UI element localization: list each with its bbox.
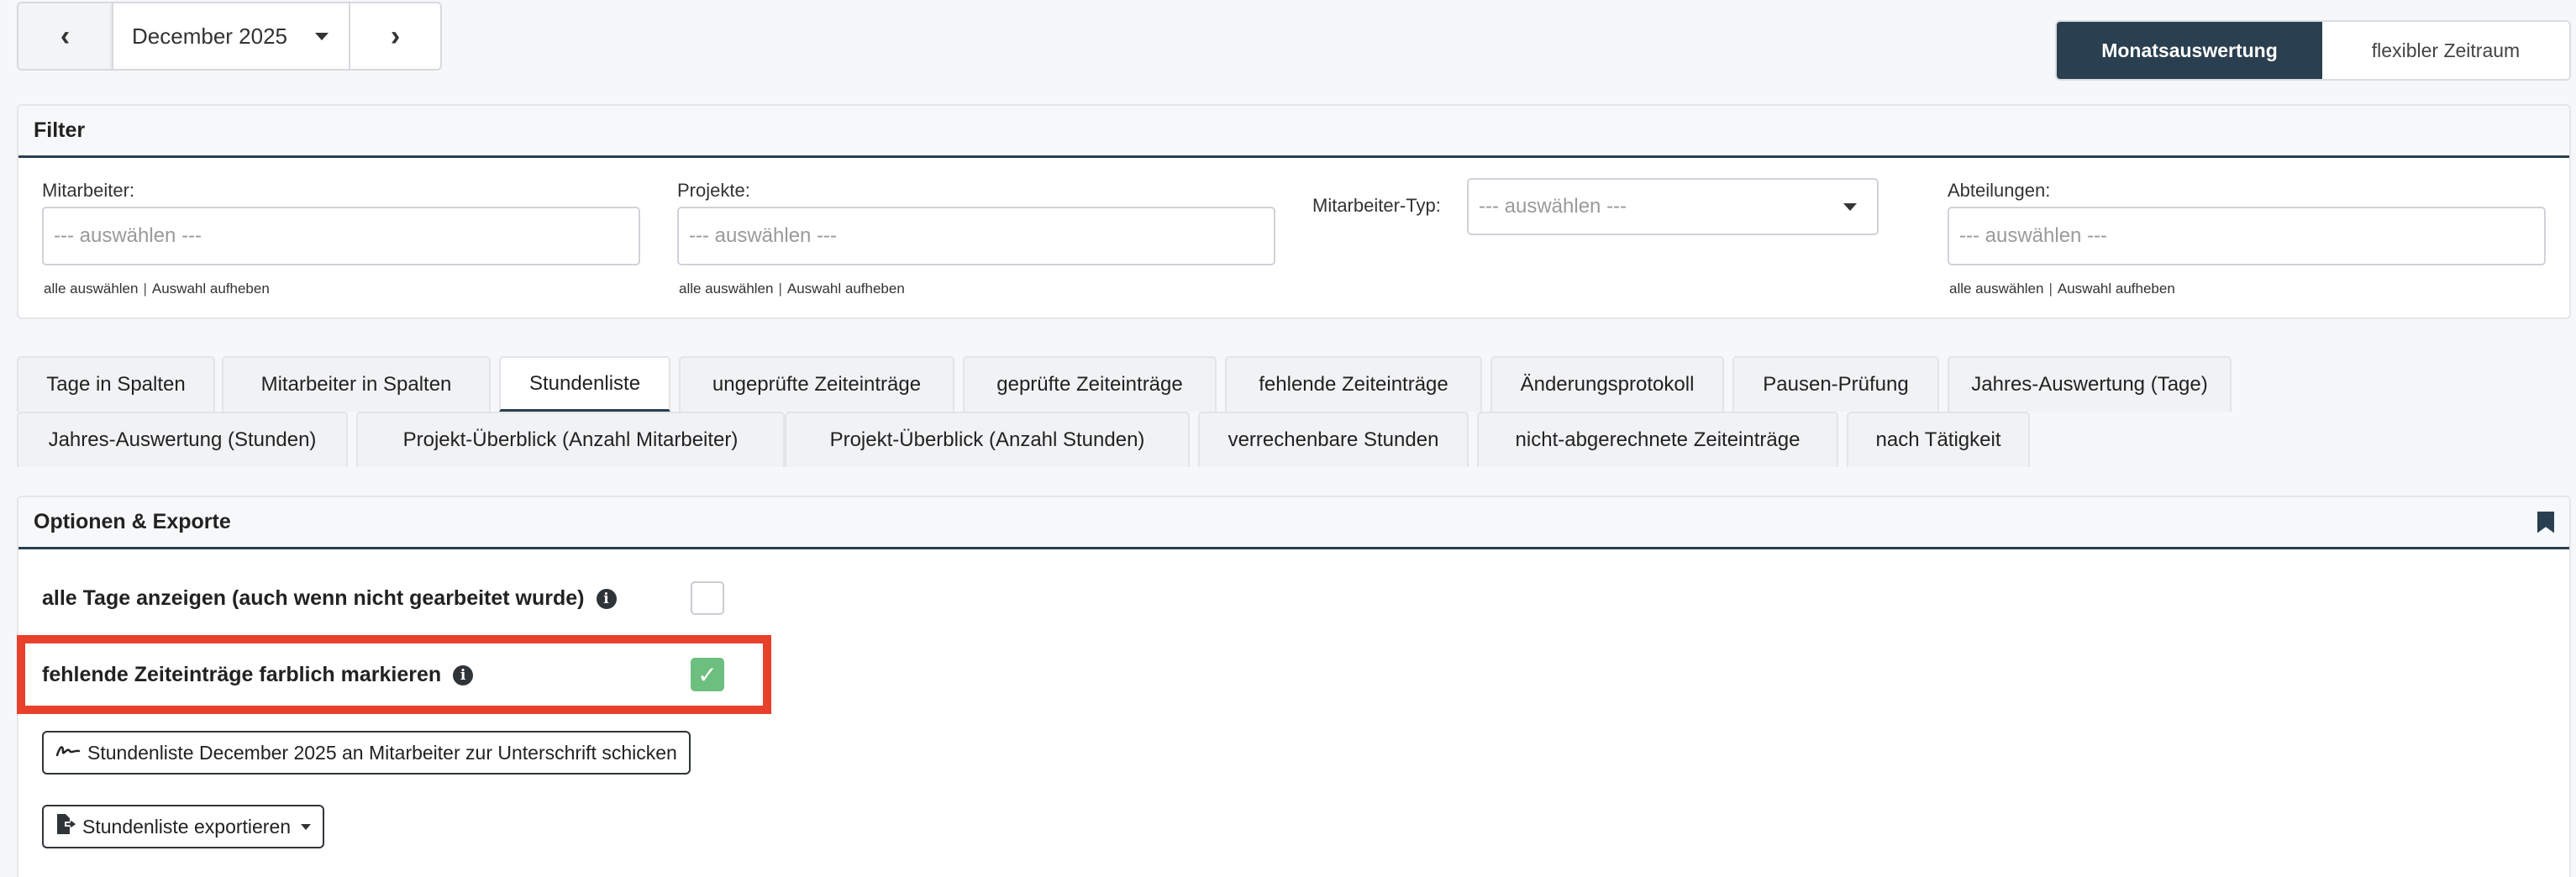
tab-annual-hours[interactable]: Jahres-Auswertung (Stunden) xyxy=(17,412,348,467)
tab-checked-entries[interactable]: geprüfte Zeiteinträge xyxy=(963,356,1217,412)
flexible-period-button[interactable]: flexibler Zeitraum xyxy=(2322,22,2569,79)
tab-break-check[interactable]: Pausen-Prüfung xyxy=(1732,356,1939,412)
employee-clear-selection-link[interactable]: Auswahl aufheben xyxy=(152,281,270,297)
tab-project-overview-hours[interactable]: Projekt-Überblick (Anzahl Stunden) xyxy=(785,412,1190,467)
bookmark-icon[interactable] xyxy=(2537,511,2554,533)
link-separator: | xyxy=(778,281,782,297)
tab-by-activity[interactable]: nach Tätigkeit xyxy=(1847,412,2030,467)
project-select-all-link[interactable]: alle auswählen xyxy=(679,281,773,297)
chevron-left-icon: ‹ xyxy=(60,19,71,52)
next-month-button[interactable]: › xyxy=(348,3,440,69)
info-icon[interactable]: i xyxy=(596,588,617,609)
send-for-signature-label: Stundenliste December 2025 an Mitarbeite… xyxy=(87,741,677,764)
show-all-days-label: alle Tage anzeigen (auch wenn nicht gear… xyxy=(42,586,585,610)
tab-days-in-columns[interactable]: Tage in Spalten xyxy=(17,356,215,412)
project-filter-label: Projekte: xyxy=(677,180,750,201)
tab-project-overview-employees[interactable]: Projekt-Überblick (Anzahl Mitarbeiter) xyxy=(356,412,785,467)
monthly-evaluation-button[interactable]: Monatsauswertung xyxy=(2057,22,2322,79)
department-filter-links: alle auswählen | Auswahl aufheben xyxy=(1949,281,2175,297)
filter-panel-title: Filter xyxy=(18,106,2569,158)
employee-type-select-value: --- auswählen --- xyxy=(1479,195,1627,218)
mark-missing-entries-option: fehlende Zeiteinträge farblich markieren… xyxy=(42,663,474,687)
department-filter-input[interactable]: --- auswählen --- xyxy=(1948,207,2546,265)
month-select-value: December 2025 xyxy=(132,23,288,49)
prev-month-button[interactable]: ‹ xyxy=(18,3,113,69)
signature-icon xyxy=(55,741,81,764)
tab-hours-list[interactable]: Stundenliste xyxy=(499,356,670,412)
caret-down-icon xyxy=(301,823,312,830)
employee-filter-input[interactable]: --- auswählen --- xyxy=(42,207,640,265)
project-filter-input[interactable]: --- auswählen --- xyxy=(677,207,1275,265)
month-navigation: ‹ December 2025 › xyxy=(17,2,442,71)
employee-type-filter-label: Mitarbeiter-Typ: xyxy=(1312,195,1441,216)
options-panel-title: Optionen & Exporte xyxy=(34,510,231,533)
options-panel-header: Optionen & Exporte xyxy=(18,497,2569,549)
tab-missing-entries[interactable]: fehlende Zeiteinträge xyxy=(1225,356,1482,412)
project-filter-links: alle auswählen | Auswahl aufheben xyxy=(679,281,905,297)
link-separator: | xyxy=(143,281,147,297)
link-separator: | xyxy=(2048,281,2053,297)
send-for-signature-button[interactable]: Stundenliste December 2025 an Mitarbeite… xyxy=(42,731,691,775)
file-export-icon xyxy=(55,813,76,841)
tab-annual-days[interactable]: Jahres-Auswertung (Tage) xyxy=(1948,356,2232,412)
chevron-right-icon: › xyxy=(390,19,401,52)
tab-unbilled-entries[interactable]: nicht-abgerechnete Zeiteinträge xyxy=(1477,412,1838,467)
tab-billable-hours[interactable]: verrechenbare Stunden xyxy=(1198,412,1469,467)
department-select-all-link[interactable]: alle auswählen xyxy=(1949,281,2043,297)
report-tabs: Tage in Spalten Mitarbeiter in Spalten S… xyxy=(17,356,2571,470)
employee-type-select[interactable]: --- auswählen --- xyxy=(1467,178,1879,235)
info-icon[interactable]: i xyxy=(453,664,474,685)
check-icon: ✓ xyxy=(697,661,718,688)
employee-select-all-link[interactable]: alle auswählen xyxy=(44,281,138,297)
employee-filter-links: alle auswählen | Auswahl aufheben xyxy=(44,281,270,297)
month-select[interactable]: December 2025 xyxy=(112,3,349,69)
tab-unchecked-entries[interactable]: ungeprüfte Zeiteinträge xyxy=(679,356,954,412)
department-filter-label: Abteilungen: xyxy=(1948,180,2051,201)
show-all-days-checkbox[interactable] xyxy=(691,581,724,615)
mark-missing-entries-label: fehlende Zeiteinträge farblich markieren xyxy=(42,663,442,686)
export-hours-list-button[interactable]: Stundenliste exportieren xyxy=(42,805,325,848)
filter-panel: Filter Mitarbeiter: --- auswählen --- al… xyxy=(17,104,2571,319)
view-switch: Monatsauswertung flexibler Zeitraum xyxy=(2055,20,2571,81)
export-hours-list-label: Stundenliste exportieren xyxy=(82,815,292,838)
department-clear-selection-link[interactable]: Auswahl aufheben xyxy=(2058,281,2175,297)
caret-down-icon xyxy=(314,32,329,40)
caret-down-icon xyxy=(1843,202,1857,211)
employee-filter-label: Mitarbeiter: xyxy=(42,180,135,201)
tab-change-log[interactable]: Änderungsprotokoll xyxy=(1490,356,1724,412)
project-clear-selection-link[interactable]: Auswahl aufheben xyxy=(787,281,905,297)
mark-missing-entries-checkbox[interactable]: ✓ xyxy=(691,658,724,691)
show-all-days-option: alle Tage anzeigen (auch wenn nicht gear… xyxy=(42,586,617,611)
tab-employees-in-columns[interactable]: Mitarbeiter in Spalten xyxy=(222,356,491,412)
